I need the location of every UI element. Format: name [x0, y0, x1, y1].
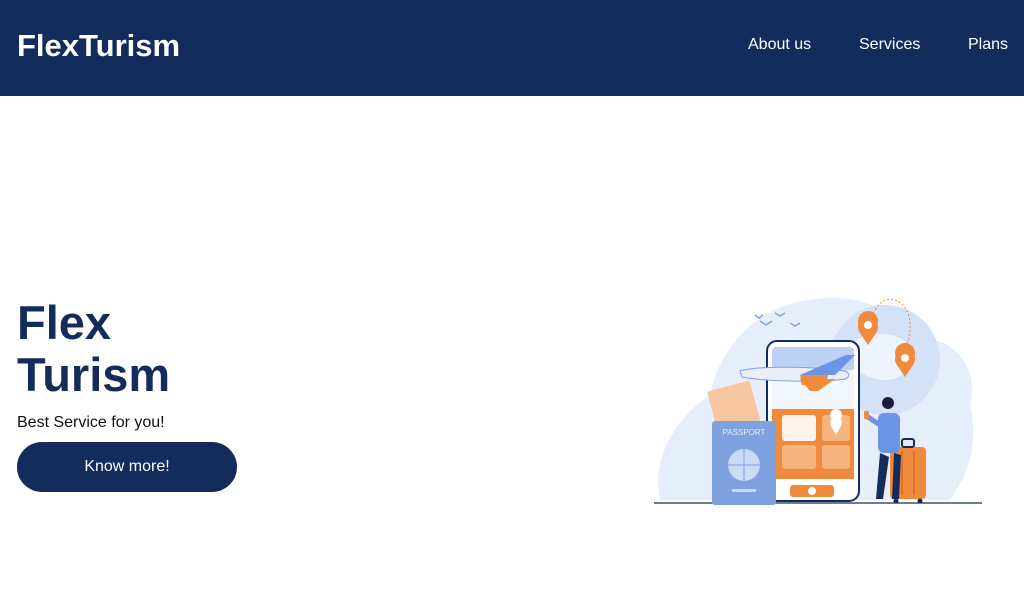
- passport: PASSPORT: [712, 421, 776, 505]
- know-more-button[interactable]: Know more!: [17, 442, 237, 492]
- nav-link-services[interactable]: Services: [859, 35, 920, 55]
- nav-link-plans[interactable]: Plans: [968, 35, 1008, 55]
- hero-title: Flex Turism: [17, 297, 317, 401]
- hero-subtitle: Best Service for you!: [17, 414, 165, 431]
- hero-title-line-2: Turism: [17, 348, 171, 401]
- main-nav: About us Services Plans: [0, 35, 1024, 57]
- travel-illustration: PASSPORT: [654, 297, 982, 505]
- nav-link-about-us[interactable]: About us: [748, 35, 811, 55]
- top-navbar: FlexTurism About us Services Plans: [0, 0, 1024, 96]
- hero-title-line-1: Flex: [17, 296, 112, 349]
- checkmark-icon: [808, 487, 816, 495]
- passport-label: PASSPORT: [723, 428, 766, 437]
